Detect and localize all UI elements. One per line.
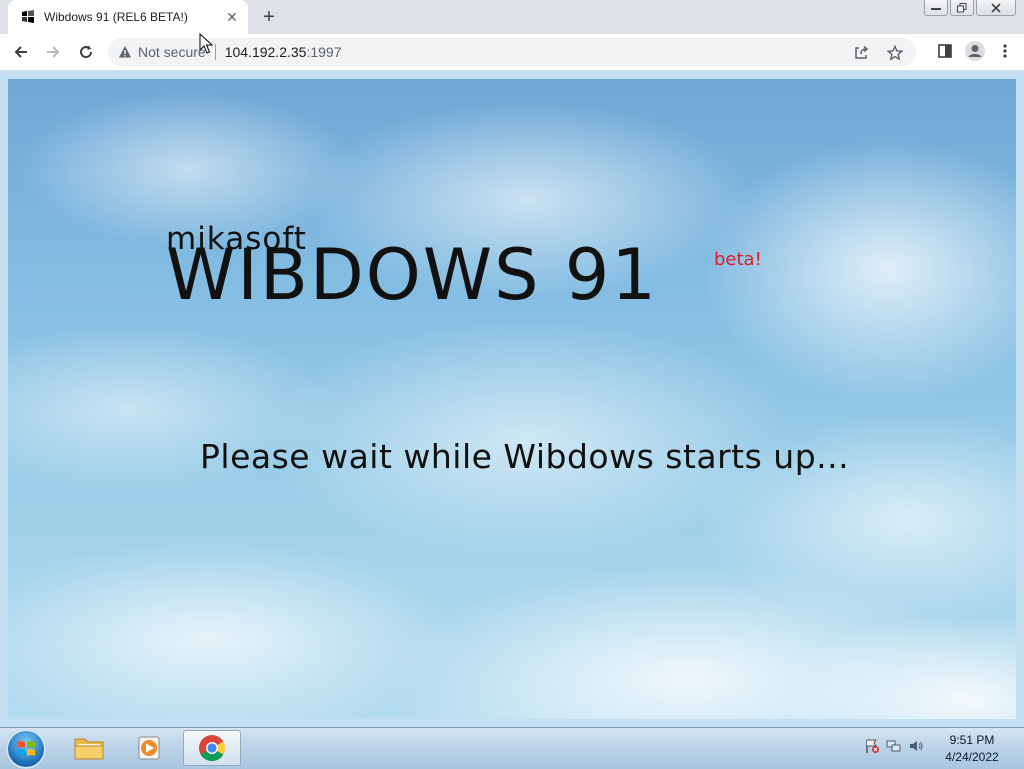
windows-logo-icon <box>17 741 35 756</box>
browser-toolbar: Not secure 104.192.2.35:1997 <box>0 34 1024 71</box>
close-tab-icon[interactable]: ✕ <box>224 9 240 25</box>
beta-badge: beta! <box>714 249 762 270</box>
minimize-button[interactable] <box>924 0 948 16</box>
action-center-flag-icon[interactable] <box>864 738 880 759</box>
mouse-cursor-icon <box>199 33 213 54</box>
clock-date: 4/24/2022 <box>945 750 999 764</box>
taskbar-media-player[interactable] <box>120 730 178 766</box>
close-icon <box>991 2 1001 13</box>
browser-tab[interactable]: Wibdows 91 (REL6 BETA!) ✕ <box>8 0 248 34</box>
tab-strip: Wibdows 91 (REL6 BETA!) ✕ + <box>0 0 1024 34</box>
start-button[interactable] <box>6 729 46 769</box>
folder-icon <box>74 738 104 760</box>
chrome-icon <box>199 735 226 762</box>
taskbar-chrome[interactable] <box>183 730 241 766</box>
network-icon[interactable] <box>886 738 902 759</box>
restore-icon <box>957 2 967 12</box>
close-window-button[interactable] <box>976 0 1016 16</box>
reload-button[interactable] <box>74 40 98 64</box>
system-tray <box>864 738 924 759</box>
forward-arrow-icon <box>47 46 60 58</box>
forward-button[interactable] <box>41 40 65 64</box>
menu-kebab-icon[interactable] <box>994 40 1016 62</box>
media-player-icon <box>138 736 160 760</box>
brand-title: WIBDOWS 91 <box>166 234 658 316</box>
page-viewport: mikasoft WIBDOWS 91 beta! Please wait wh… <box>0 71 1024 727</box>
loading-message: Please wait while Wibdows starts up... <box>200 437 850 476</box>
back-button[interactable] <box>9 40 33 64</box>
window-controls <box>924 0 1016 16</box>
url-host: 104.192.2.35 <box>224 44 307 60</box>
omnibox-divider <box>214 44 216 60</box>
new-tab-button[interactable]: + <box>258 6 280 28</box>
restore-button[interactable] <box>950 0 974 16</box>
warning-icon[interactable] <box>118 45 132 59</box>
volume-icon[interactable] <box>908 738 924 759</box>
url-text[interactable]: 104.192.2.35:1997 <box>225 44 342 60</box>
bookmark-star-icon[interactable] <box>884 42 906 64</box>
share-icon[interactable] <box>850 42 872 64</box>
taskbar: 9:51 PM 4/24/2022 <box>0 727 1024 769</box>
minimize-icon <box>931 7 941 10</box>
url-port: :1997 <box>306 44 342 60</box>
clock-time: 9:51 PM <box>949 733 995 747</box>
address-bar[interactable]: Not secure 104.192.2.35:1997 <box>108 38 916 66</box>
cloud-sky-background: mikasoft WIBDOWS 91 beta! Please wait wh… <box>8 79 1016 719</box>
profile-avatar-icon[interactable] <box>964 40 986 62</box>
side-panel-icon[interactable] <box>934 40 956 62</box>
system-clock[interactable]: 9:51 PM 4/24/2022 <box>932 732 1012 766</box>
favicon-icon <box>20 9 36 25</box>
reload-icon <box>80 45 93 59</box>
security-label[interactable]: Not secure <box>138 44 206 60</box>
taskbar-explorer[interactable] <box>60 730 118 766</box>
back-arrow-icon <box>14 46 27 58</box>
tab-title: Wibdows 91 (REL6 BETA!) <box>44 10 188 24</box>
